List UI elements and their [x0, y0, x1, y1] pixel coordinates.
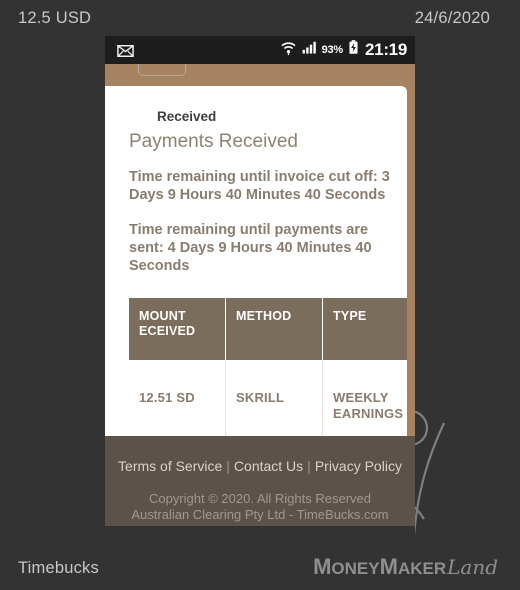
cutoff-tab-button[interactable]: [138, 64, 186, 76]
column-header-method[interactable]: METHOD: [225, 298, 323, 361]
android-status-bar: 93% 21:19: [105, 36, 415, 64]
link-privacy-policy[interactable]: Privacy Policy: [315, 458, 402, 474]
tab-received[interactable]: Received: [157, 86, 407, 124]
brand-m2: M: [379, 554, 398, 579]
table-row: 12.51 SD SKRILL WEEKLY EARNINGS JUN 24, …: [129, 360, 407, 441]
table-header-row: MOUNT ECEIVED METHOD TYPE DATE: [129, 298, 407, 361]
column-header-type[interactable]: TYPE: [322, 298, 407, 361]
cell-method: SKRILL: [225, 360, 323, 441]
status-bar-indicators: 93% 21:19: [280, 40, 407, 60]
battery-percent-label: 93%: [321, 44, 344, 56]
cell-type: WEEKLY EARNINGS: [322, 360, 407, 441]
battery-charging-icon: [348, 40, 359, 60]
outer-top-bar: 12.5 USD 24/6/2020: [0, 0, 520, 36]
cellular-signal-icon: [302, 41, 317, 59]
payments-table: MOUNT ECEIVED METHOD TYPE DATE 12.51 SD …: [129, 298, 407, 441]
cell-amount-received: 12.51 SD: [129, 360, 226, 441]
wifi-icon: [280, 41, 297, 60]
brand-maker: AKER: [397, 559, 447, 578]
envelope-icon: [117, 44, 134, 57]
payments-table-body: 12.51 SD SKRILL WEEKLY EARNINGS JUN 24, …: [129, 360, 407, 441]
payments-sent-notice: Time remaining until payments are sent: …: [129, 222, 372, 275]
link-terms-of-service[interactable]: Terms of Service: [118, 458, 222, 474]
invoice-cutoff-notice: Time remaining until invoice cut off: 3 …: [129, 169, 390, 204]
page-title: Payments Received: [129, 130, 298, 152]
overlay-site-label: Timebucks: [18, 559, 99, 577]
link-contact-us[interactable]: Contact Us: [234, 458, 303, 474]
browser-page: Received Payments Received Time remainin…: [105, 64, 415, 554]
footer-separator-2: |: [307, 458, 311, 474]
status-bar-notifications: [117, 44, 280, 57]
status-bar-clock: 21:19: [365, 40, 407, 59]
phone-bottom-strip: [105, 526, 415, 554]
brand-m1: M: [313, 554, 332, 579]
moneymakerland-logo: MONEYMAKERLand: [313, 554, 498, 580]
overlay-date-label: 24/6/2020: [414, 9, 490, 27]
brand-land: Land: [447, 555, 498, 579]
site-footer: Terms of Service | Contact Us | Privacy Poli…: [105, 436, 415, 526]
overlay-amount-label: 12.5 USD: [18, 9, 92, 27]
payments-table-head: MOUNT ECEIVED METHOD TYPE DATE: [129, 298, 407, 361]
brand-money: ONEY: [331, 559, 380, 578]
footer-separator-1: |: [226, 458, 230, 474]
column-header-amount-received[interactable]: MOUNT ECEIVED: [129, 298, 226, 361]
footer-copyright-line-1: Copyright © 2020. All Rights Reserved: [148, 491, 372, 506]
footer-copyright-line-2: Australian Clearing Pty Ltd - TimeBucks.…: [131, 507, 389, 523]
footer-copyright: Copyright © 2020. All Rights Reserved Au…: [105, 491, 415, 524]
phone-screenshot: 93% 21:19 Received Payments Received Tim…: [105, 36, 415, 554]
footer-links: Terms of Service | Contact Us | Privacy Poli…: [105, 458, 415, 474]
